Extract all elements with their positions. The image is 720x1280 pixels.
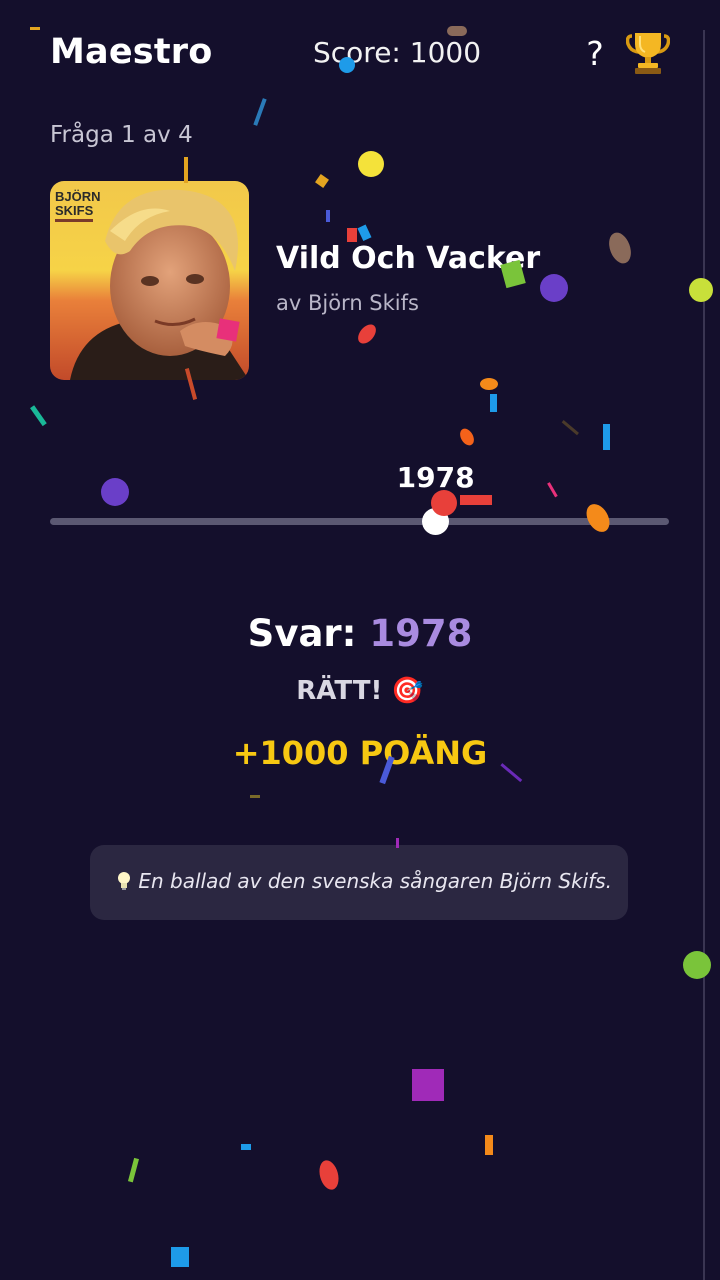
answer-line: Svar: 1978 bbox=[0, 612, 720, 655]
verdict-text: RÄTT! 🎯 bbox=[296, 676, 424, 706]
screen-edge-divider bbox=[703, 30, 705, 1280]
score-display: Score: 1000 bbox=[313, 36, 482, 69]
app-title: Maestro bbox=[50, 32, 213, 72]
leaderboard-button[interactable] bbox=[625, 30, 671, 76]
help-button[interactable]: ? bbox=[578, 32, 612, 76]
album-artist-text: BJÖRN bbox=[55, 189, 101, 204]
hint-card: En ballad av den svenska sångaren Björn … bbox=[90, 845, 628, 920]
slider-year-label: 1978 bbox=[396, 461, 475, 494]
hint-text: En ballad av den svenska sångaren Björn … bbox=[138, 869, 613, 893]
lightbulb-icon bbox=[116, 869, 138, 893]
answer-value: 1978 bbox=[369, 612, 473, 655]
year-slider-track[interactable] bbox=[50, 518, 669, 525]
song-artist: av Björn Skifs bbox=[276, 291, 419, 315]
album-artist-text: SKIFS bbox=[55, 203, 94, 218]
hint-line: En ballad av den svenska sångaren Björn … bbox=[116, 869, 612, 893]
points-earned: +1000 POÄNG bbox=[232, 734, 488, 772]
top-bar: Maestro Score: 1000 ? bbox=[0, 0, 720, 110]
question-counter: Fråga 1 av 4 bbox=[50, 122, 193, 148]
answer-prefix: Svar: bbox=[247, 612, 357, 655]
year-slider-thumb[interactable] bbox=[422, 508, 450, 535]
trophy-icon bbox=[625, 33, 671, 74]
album-cover: BJÖRN SKIFS bbox=[50, 181, 249, 380]
song-title: Vild Och Vacker bbox=[276, 241, 541, 276]
